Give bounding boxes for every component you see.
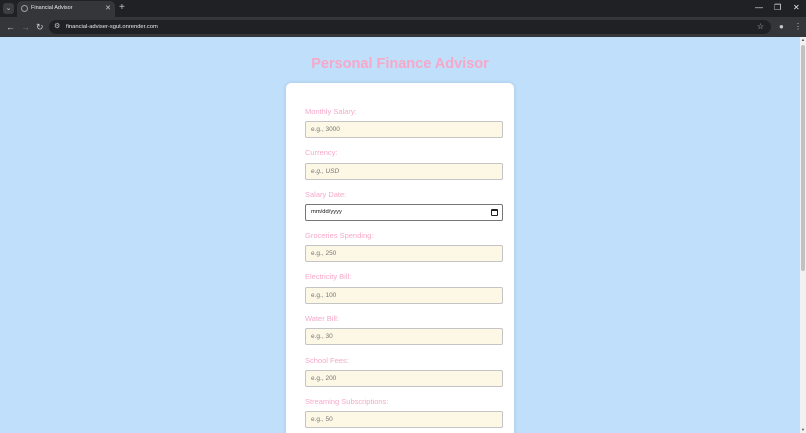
streaming-input[interactable] xyxy=(305,411,503,428)
school-fees-input[interactable] xyxy=(305,370,503,387)
close-icon[interactable]: ✕ xyxy=(105,4,111,13)
electricity-input[interactable] xyxy=(305,287,503,304)
groceries-label: Groceries Spending: xyxy=(305,231,374,240)
scroll-up-icon[interactable]: ▲ xyxy=(800,37,806,43)
tab-title: Financial Advisor xyxy=(31,5,73,11)
tab-search-icon[interactable]: ⌄ xyxy=(3,3,14,14)
window-close-icon[interactable]: ✕ xyxy=(793,2,800,14)
streaming-label: Streaming Subscriptions: xyxy=(305,397,389,406)
salary-date-input[interactable]: mm/dd/yyyy xyxy=(305,204,503,221)
bookmark-star-icon[interactable]: ☆ xyxy=(757,21,764,33)
minimize-icon[interactable]: — xyxy=(755,2,763,14)
site-info-icon[interactable]: ⚙ xyxy=(54,22,60,32)
salary-date-label: Salary Date: xyxy=(305,190,347,199)
back-icon[interactable]: ← xyxy=(6,21,15,33)
water-label: Water Bill: xyxy=(305,314,339,323)
monthly-salary-input[interactable] xyxy=(305,121,503,138)
address-bar[interactable]: ⚙ financial-adviser-sgut.onrender.com ☆ xyxy=(49,20,771,34)
page-scrollbar[interactable]: ▲ ▼ xyxy=(800,37,806,433)
url-text[interactable]: financial-adviser-sgut.onrender.com xyxy=(66,24,158,30)
monthly-salary-label: Monthly Salary: xyxy=(305,107,357,116)
date-format-text: mm/dd/yyyy xyxy=(311,209,342,215)
school-fees-label: School Fees: xyxy=(305,356,349,365)
profile-icon[interactable]: ● xyxy=(779,21,784,33)
browser-toolbar: ← → ↻ ⚙ financial-adviser-sgut.onrender.… xyxy=(0,17,806,37)
restore-icon[interactable]: ❐ xyxy=(774,2,781,14)
finance-form: Monthly Salary: Currency: Salary Date: m… xyxy=(286,83,514,433)
reload-icon[interactable]: ↻ xyxy=(36,21,44,33)
currency-label: Currency: xyxy=(305,148,338,157)
tab-strip: ⌄ Financial Advisor ✕ + — ❐ ✕ xyxy=(0,0,806,17)
menu-icon[interactable]: ⋮ xyxy=(794,21,802,33)
browser-tab[interactable]: Financial Advisor ✕ xyxy=(17,1,115,17)
currency-input[interactable] xyxy=(305,163,503,180)
groceries-input[interactable] xyxy=(305,245,503,262)
calendar-icon[interactable] xyxy=(491,209,498,216)
forward-icon[interactable]: → xyxy=(21,21,30,33)
scroll-down-icon[interactable]: ▼ xyxy=(800,427,806,433)
electricity-label: Electricity Bill: xyxy=(305,272,352,281)
favicon-icon xyxy=(21,5,28,12)
new-tab-icon[interactable]: + xyxy=(119,2,125,14)
page-title: Personal Finance Advisor xyxy=(311,56,489,72)
water-input[interactable] xyxy=(305,328,503,345)
scroll-thumb[interactable] xyxy=(801,45,805,271)
